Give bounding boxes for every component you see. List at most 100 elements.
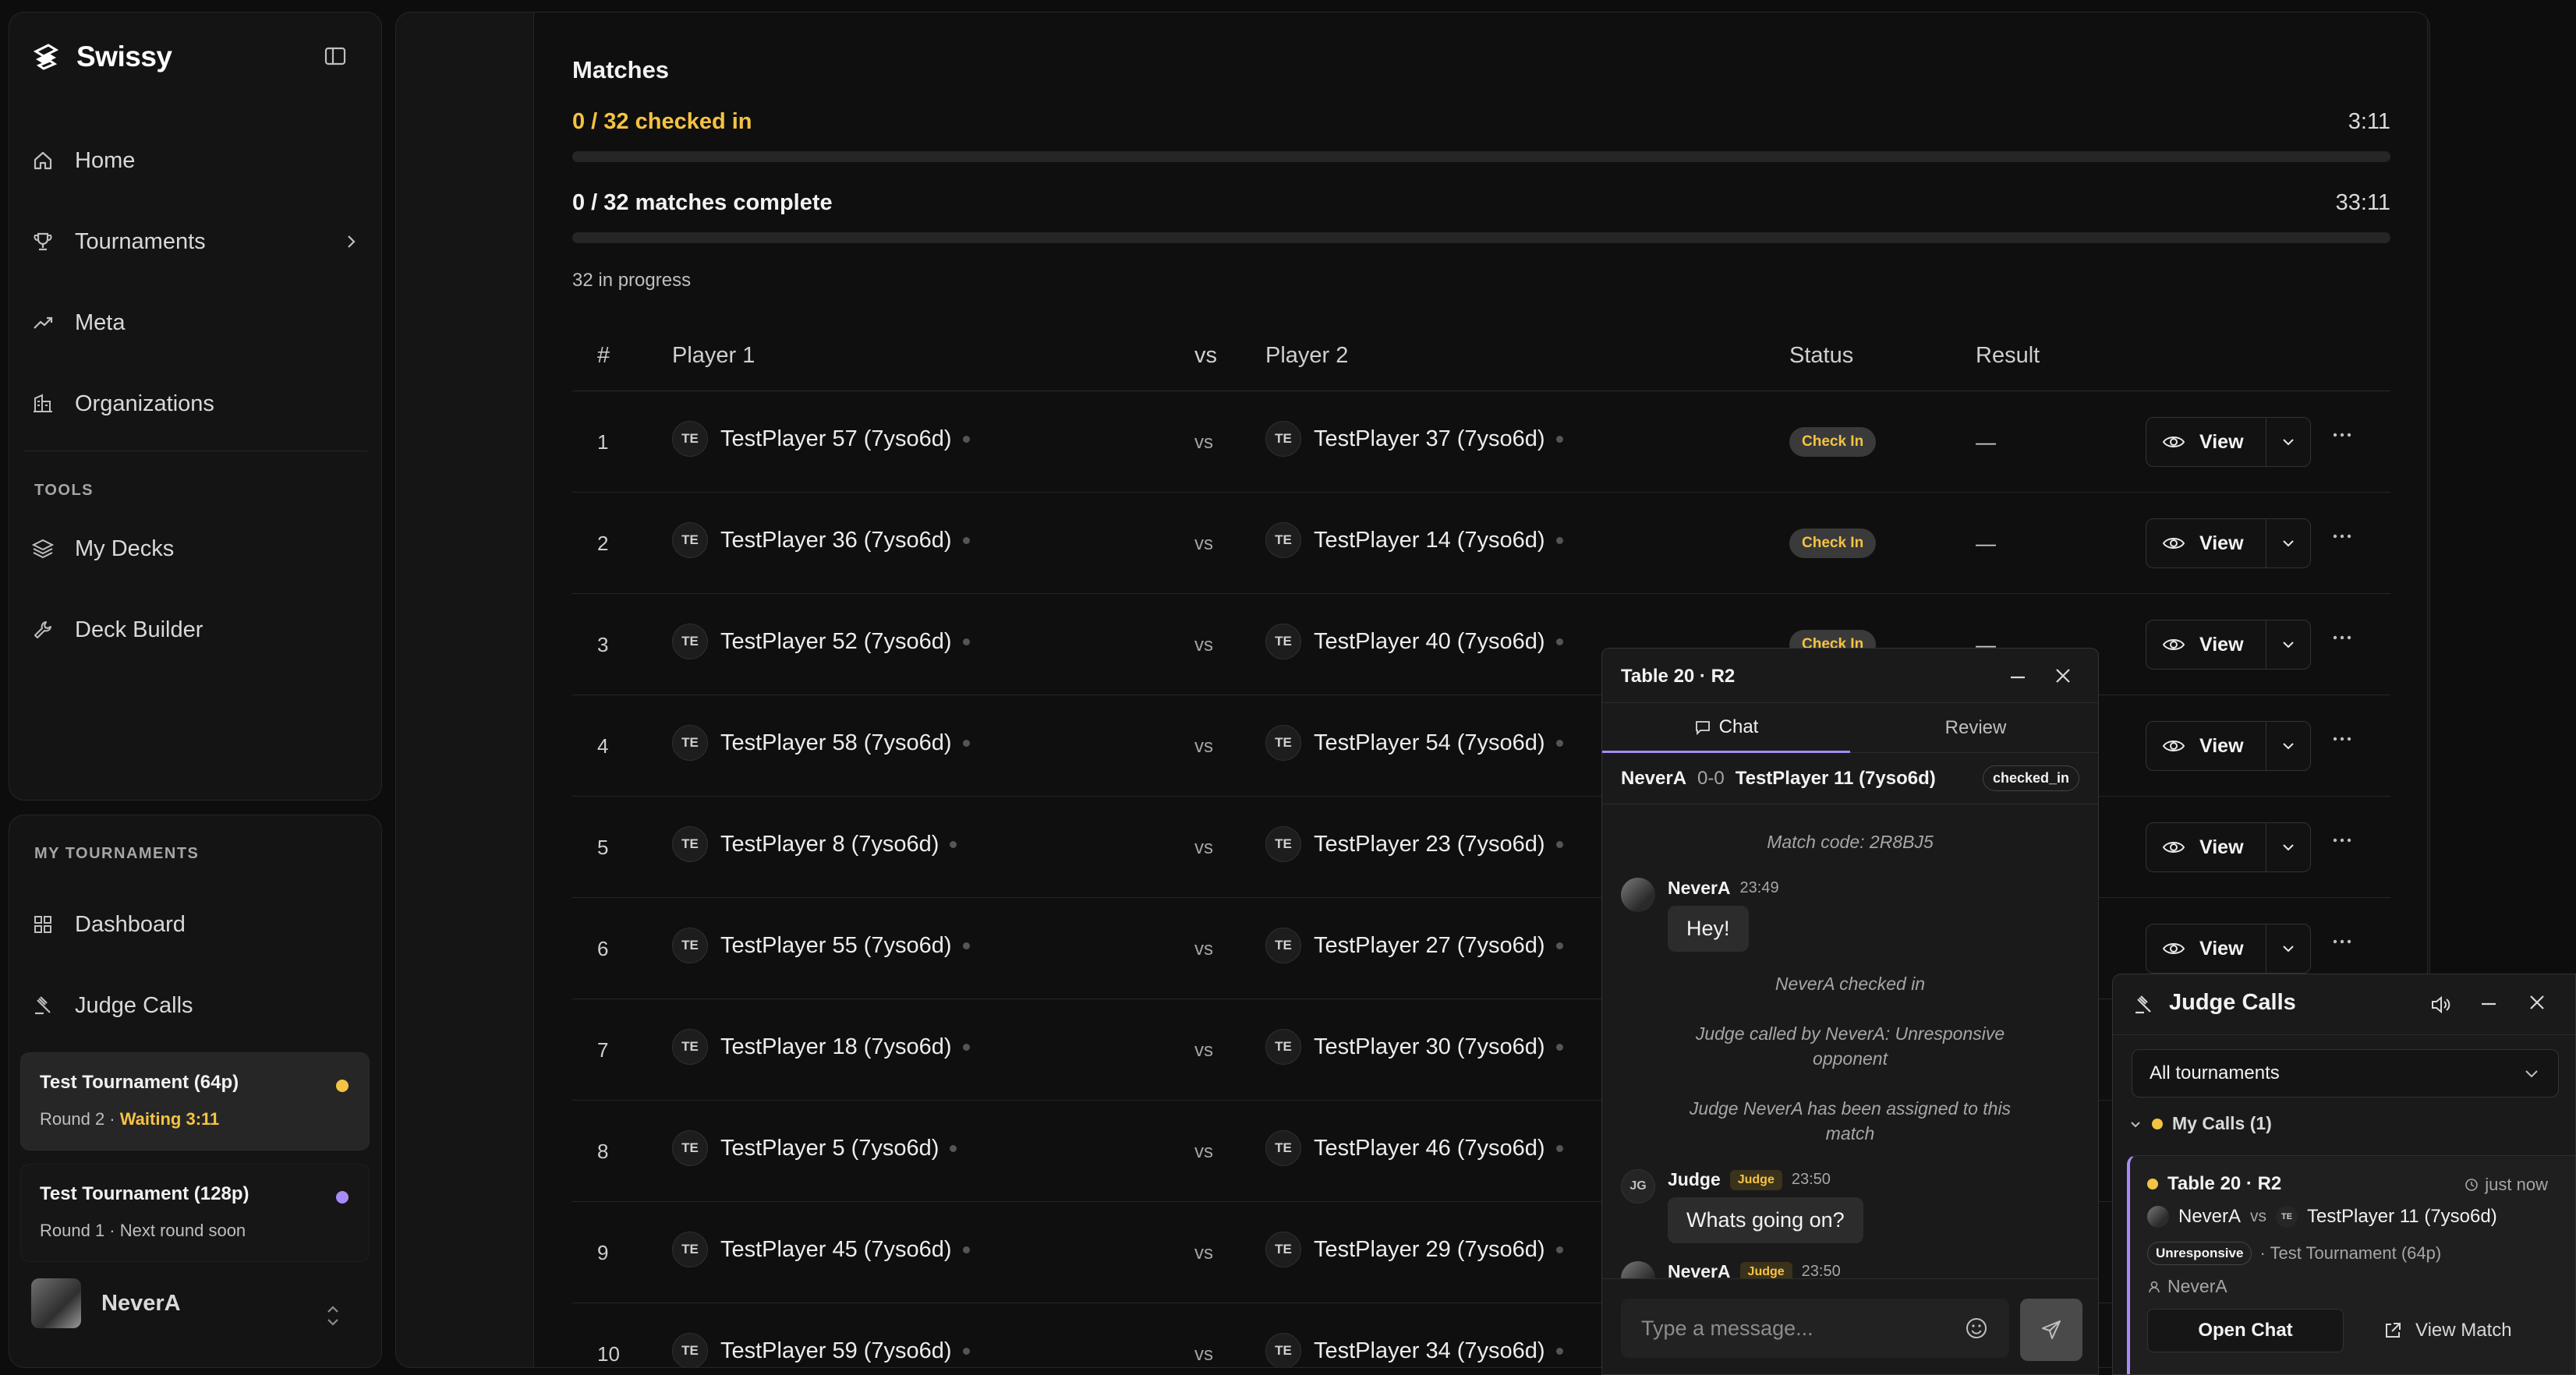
nav-deck-builder[interactable]: Deck Builder [31,608,359,652]
sidebar-toggle-icon[interactable] [324,47,346,65]
more-options-icon[interactable] [2332,736,2352,742]
avatar: TE [1265,522,1301,558]
view-dropdown-button[interactable] [2266,535,2310,552]
view-dropdown-button[interactable] [2266,433,2310,451]
player1-cell[interactable]: TE TestPlayer 58 (7yso6d) [672,725,970,761]
nav-judge-calls[interactable]: Judge Calls [31,984,359,1027]
player1-cell[interactable]: TE TestPlayer 5 (7yso6d) [672,1130,957,1166]
presence-dot [962,739,970,747]
tab-chat[interactable]: Chat [1602,703,1850,753]
view-button[interactable]: View [2146,722,2266,770]
player1-cell[interactable]: TE TestPlayer 18 (7yso6d) [672,1029,970,1065]
player1-cell[interactable]: TE TestPlayer 8 (7yso6d) [672,826,957,862]
player1-cell[interactable]: TE TestPlayer 59 (7yso6d) [672,1333,970,1367]
nav-home[interactable]: Home [31,139,359,182]
player2-cell[interactable]: TE TestPlayer 34 (7yso6d) [1265,1333,1563,1367]
avatar: TE [672,421,708,457]
nav-organizations[interactable]: Organizations [31,382,359,426]
more-options-icon[interactable] [2332,837,2352,843]
more-options-icon[interactable] [2332,432,2352,438]
message-author: Judge [1668,1169,1721,1189]
view-button[interactable]: View [2146,418,2266,466]
view-dropdown-button[interactable] [2266,940,2310,957]
chevrons-up-down-icon[interactable] [324,1303,341,1328]
view-button[interactable]: View [2146,924,2266,973]
minimize-icon[interactable] [2008,667,2028,688]
match-summary: NeverA 0-0 TestPlayer 11 (7yso6d) checke… [1602,753,2098,804]
close-icon[interactable] [2526,991,2548,1013]
tab-review[interactable]: Review [1852,703,2098,753]
col-result: Result [1976,343,2040,368]
player1-cell[interactable]: TE TestPlayer 45 (7yso6d) [672,1232,970,1267]
complete-summary: 0 / 32 matches complete 33:11 [572,190,2390,216]
call-details: Unresponsive · Test Tournament (64p) [2147,1242,2441,1265]
my-calls-group[interactable]: My Calls (1) [2128,1113,2272,1134]
player1-cell[interactable]: TE TestPlayer 36 (7yso6d) [672,522,970,558]
view-button[interactable]: View [2146,519,2266,567]
player1-cell[interactable]: TE TestPlayer 52 (7yso6d) [672,624,970,659]
tournament-card[interactable]: Test Tournament (64p) Round 2 · Waiting … [20,1052,370,1151]
table-number: 9 [597,1241,609,1264]
player2-cell[interactable]: TE TestPlayer 37 (7yso6d) [1265,421,1563,457]
player2-cell[interactable]: TE TestPlayer 30 (7yso6d) [1265,1029,1563,1065]
player2-cell[interactable]: TE TestPlayer 54 (7yso6d) [1265,725,1563,761]
nav-label: Home [75,147,136,173]
status-badge[interactable]: Check In [1789,528,1877,558]
table-number: 6 [597,937,609,960]
player2-cell[interactable]: TE TestPlayer 27 (7yso6d) [1265,928,1563,963]
nav-my-decks[interactable]: My Decks [31,527,359,571]
view-button[interactable]: View [2146,620,2266,669]
brand[interactable]: Swissy [31,41,172,73]
open-chat-button[interactable]: Open Chat [2147,1309,2344,1352]
player1-cell[interactable]: TE TestPlayer 55 (7yso6d) [672,928,970,963]
view-dropdown-button[interactable] [2266,737,2310,755]
nav-tournaments[interactable]: Tournaments [31,220,359,263]
table-number: 7 [597,1038,609,1062]
close-icon[interactable] [2053,666,2073,686]
vs-label: vs [1194,432,1213,453]
sound-icon[interactable] [2429,993,2452,1016]
vs-label: vs [1194,1040,1213,1061]
tournament-status: Round 2 · Waiting 3:11 [40,1109,220,1129]
player2-cell[interactable]: TE TestPlayer 29 (7yso6d) [1265,1232,1563,1267]
nav-dashboard[interactable]: Dashboard [31,903,359,946]
tournament-filter-select[interactable]: All tournaments [2132,1049,2559,1098]
presence-dot [962,942,970,949]
matches-complete-count: 0 / 32 matches complete [572,190,833,215]
tournament-title: Test Tournament (128p) [40,1183,249,1204]
player2-cell[interactable]: TE TestPlayer 23 (7yso6d) [1265,826,1563,862]
view-match-link[interactable]: View Match [2383,1309,2512,1352]
chevron-right-icon[interactable] [343,234,359,249]
col-player2: Player 2 [1265,343,1349,368]
system-message: Judge called by NeverA: Unresponsive opp… [1695,1023,2005,1069]
player1-name: TestPlayer 18 (7yso6d) [720,1034,952,1059]
wrench-icon [31,618,55,642]
nav-meta[interactable]: Meta [31,301,359,345]
more-options-icon[interactable] [2332,533,2352,539]
view-dropdown-button[interactable] [2266,636,2310,653]
tournament-card[interactable]: Test Tournament (128p) Round 1 · Next ro… [20,1164,370,1262]
player2-cell[interactable]: TE TestPlayer 40 (7yso6d) [1265,624,1563,659]
more-options-icon[interactable] [2332,938,2352,945]
avatar: TE [1265,624,1301,659]
user-menu[interactable]: NeverA [31,1278,181,1328]
nav-label: Meta [75,309,126,335]
view-label: View [2199,633,2244,656]
player1-name: TestPlayer 52 (7yso6d) [720,628,952,654]
more-options-icon[interactable] [2332,634,2352,641]
match-result: — [1976,532,1996,555]
view-dropdown-button[interactable] [2266,839,2310,856]
player2-cell[interactable]: TE TestPlayer 14 (7yso6d) [1265,522,1563,558]
message-input[interactable]: Type a message... [1621,1299,2009,1358]
chevron-down-icon [2128,1117,2143,1131]
emoji-icon[interactable] [1964,1316,1989,1341]
player2-cell[interactable]: TE TestPlayer 46 (7yso6d) [1265,1130,1563,1166]
vs-label: vs [1194,837,1213,858]
avatar: JG [1621,1169,1655,1204]
minimize-icon[interactable] [2478,993,2500,1015]
player2-name: TestPlayer 14 (7yso6d) [1314,527,1545,553]
view-button[interactable]: View [2146,823,2266,871]
send-button[interactable] [2020,1299,2082,1361]
status-badge[interactable]: Check In [1789,427,1877,457]
player1-cell[interactable]: TE TestPlayer 57 (7yso6d) [672,421,970,457]
